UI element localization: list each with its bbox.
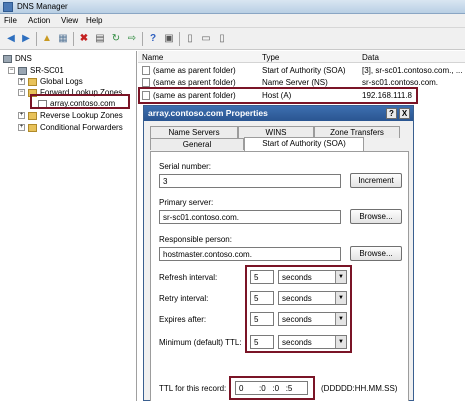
console-icon[interactable]: ▣ (162, 32, 176, 46)
retry-interval-label: Retry interval: (159, 294, 209, 303)
properties-dialog: array.contoso.com Properties ? X Name Se… (143, 105, 414, 401)
tree-node-dns[interactable]: DNS (3, 53, 32, 64)
record-icon (142, 66, 150, 75)
host-icon[interactable]: ▯ (183, 32, 197, 46)
selected-zone-highlight (30, 94, 130, 109)
refresh-icon[interactable]: ↻ (109, 32, 123, 46)
record-icon (142, 78, 150, 87)
ttl-label: TTL for this record: (159, 384, 227, 393)
expand-icon[interactable]: + (18, 78, 25, 85)
primary-server-label: Primary server: (159, 198, 214, 207)
dns-manager-icon (3, 2, 13, 12)
collapse-icon[interactable]: − (8, 67, 15, 74)
server-icon (18, 66, 27, 75)
tree-node-conditional-forwarders[interactable]: + Conditional Forwarders (18, 122, 123, 133)
back-arrow-icon[interactable]: ◀ (4, 32, 18, 46)
tree-node-global-logs[interactable]: + Global Logs (18, 76, 83, 87)
primary-server-field[interactable]: sr-sc01.contoso.com. (159, 210, 341, 224)
column-name[interactable]: Name (142, 53, 163, 62)
toolbar-separator (73, 32, 74, 46)
export-icon[interactable]: ⇨ (125, 32, 139, 46)
help-icon[interactable]: ? (146, 32, 160, 46)
soa-panel: Serial number: 3 Increment Primary serve… (150, 151, 409, 401)
folder-icon (28, 111, 37, 120)
menu-file[interactable]: File (4, 16, 17, 25)
forward-arrow-icon[interactable]: ▶ (19, 32, 33, 46)
tab-soa[interactable]: Start of Authority (SOA) (244, 137, 364, 151)
document-icon[interactable]: ▯ (215, 32, 229, 46)
menu-view[interactable]: View (61, 16, 78, 25)
tab-general[interactable]: General (150, 138, 244, 150)
close-button[interactable]: X (399, 108, 410, 119)
dialog-title: array.contoso.com Properties (148, 108, 268, 118)
menu-bar: File Action View Help (0, 14, 465, 28)
intervals-highlight (245, 265, 352, 353)
ttl-format-label: (DDDDD:HH.MM.SS) (321, 384, 398, 393)
refresh-interval-label: Refresh interval: (159, 273, 218, 282)
zone-icon[interactable]: ▭ (199, 32, 213, 46)
tree-node-server[interactable]: − SR-SC01 (8, 65, 64, 76)
expires-after-label: Expires after: (159, 315, 207, 324)
browse-primary-button[interactable]: Browse... (350, 209, 402, 224)
increment-button[interactable]: Increment (350, 173, 402, 188)
window-titlebar: DNS Manager (0, 0, 465, 14)
toolbar-separator (142, 32, 143, 46)
responsible-person-label: Responsible person: (159, 235, 232, 244)
toolbar-separator (179, 32, 180, 46)
properties-icon[interactable]: ▤ (93, 32, 107, 46)
toolbar: ◀ ▶ ▲ ▦ ✖ ▤ ↻ ⇨ ? ▣ ▯ ▭ ▯ (0, 28, 465, 50)
dialog-titlebar: array.contoso.com Properties ? X (144, 106, 413, 121)
serial-number-label: Serial number: (159, 162, 212, 171)
up-folder-icon[interactable]: ▲ (40, 32, 54, 46)
toolbar-separator (36, 32, 37, 46)
responsible-person-field[interactable]: hostmaster.contoso.com. (159, 247, 341, 261)
host-record-highlight (138, 87, 418, 104)
expand-icon[interactable]: + (18, 124, 25, 131)
minimum-ttl-label: Minimum (default) TTL: (159, 338, 242, 347)
show-hide-tree-icon[interactable]: ▦ (56, 32, 70, 46)
list-header: Name Type Data (138, 51, 465, 63)
help-button[interactable]: ? (386, 108, 397, 119)
console-tree: DNS − SR-SC01 + Global Logs − Forward Lo… (0, 51, 137, 401)
tree-node-reverse-lookup-zones[interactable]: + Reverse Lookup Zones (18, 110, 123, 121)
window-title: DNS Manager (17, 2, 68, 11)
browse-responsible-button[interactable]: Browse... (350, 246, 402, 261)
folder-icon (28, 123, 37, 132)
dns-icon (3, 54, 12, 63)
collapse-icon[interactable]: − (18, 89, 25, 96)
column-type[interactable]: Type (262, 53, 279, 62)
delete-icon[interactable]: ✖ (77, 32, 91, 46)
folder-icon (28, 77, 37, 86)
tab-name-servers[interactable]: Name Servers (150, 126, 238, 138)
serial-number-field[interactable]: 3 (159, 174, 341, 188)
menu-action[interactable]: Action (28, 16, 50, 25)
column-data[interactable]: Data (362, 53, 379, 62)
expand-icon[interactable]: + (18, 112, 25, 119)
ttl-highlight (229, 376, 315, 400)
menu-help[interactable]: Help (86, 16, 102, 25)
